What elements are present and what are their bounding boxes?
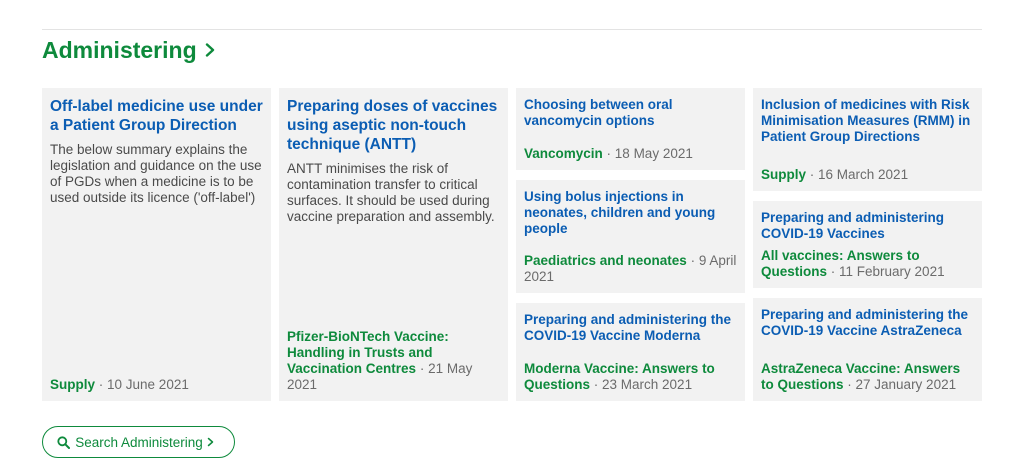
- article-card: Using bolus injections in neonates, chil…: [516, 180, 745, 293]
- article-meta: Supply · 16 March 2021: [761, 167, 974, 183]
- article-date: 10 June 2021: [107, 377, 189, 392]
- meta-separator: ·: [590, 377, 603, 392]
- article-title-link[interactable]: Choosing between oral vancomycin options: [524, 97, 737, 129]
- article-tag-link[interactable]: Supply: [50, 377, 95, 392]
- section-title: Administering: [42, 36, 197, 63]
- article-description: ANTT minimises the risk of contamination…: [287, 161, 495, 224]
- article-card: Choosing between oral vancomycin options…: [516, 88, 745, 170]
- meta-separator: ·: [686, 253, 699, 268]
- search-icon: [57, 435, 71, 449]
- article-title-link[interactable]: Preparing doses of vaccines using asepti…: [287, 97, 500, 154]
- article-date: 23 March 2021: [602, 377, 693, 392]
- section-heading-link[interactable]: Administering: [42, 34, 217, 66]
- article-tag-link[interactable]: Paediatrics and neonates: [524, 253, 687, 268]
- article-date: 18 May 2021: [614, 146, 693, 161]
- search-administering-button[interactable]: Search Administering: [42, 426, 235, 458]
- search-button-label: Search Administering: [75, 434, 203, 450]
- article-card: Preparing doses of vaccines using asepti…: [279, 88, 508, 401]
- article-meta: Vancomycin · 18 May 2021: [524, 146, 737, 162]
- article-date: 16 March 2021: [818, 167, 909, 182]
- chevron-right-icon: [207, 437, 214, 447]
- article-card: Preparing and administering the COVID-19…: [753, 298, 982, 401]
- meta-separator: ·: [843, 377, 856, 392]
- meta-separator: ·: [827, 264, 840, 279]
- article-meta: Moderna Vaccine: Answers to Questions · …: [524, 361, 737, 393]
- article-card: Preparing and administering the COVID-19…: [516, 303, 745, 401]
- article-date: 11 February 2021: [839, 264, 945, 279]
- article-title-link[interactable]: Preparing and administering COVID-19 Vac…: [761, 210, 974, 242]
- article-meta: AstraZeneca Vaccine: Answers to Question…: [761, 361, 974, 393]
- meta-separator: ·: [806, 167, 819, 182]
- article-tag-link[interactable]: Vancomycin: [524, 146, 603, 161]
- meta-separator: ·: [416, 361, 429, 376]
- article-date: 27 January 2021: [855, 377, 957, 392]
- article-tag-link[interactable]: Supply: [761, 167, 806, 182]
- meta-separator: ·: [602, 146, 615, 161]
- article-meta: All vaccines: Answers to Questions · 11 …: [761, 248, 974, 280]
- article-card: Off-label medicine use under a Patient G…: [42, 88, 271, 401]
- article-meta: Pfizer-BioNTech Vaccine: Handling in Tru…: [287, 329, 500, 393]
- article-title-link[interactable]: Inclusion of medicines with Risk Minimis…: [761, 97, 974, 145]
- article-title-link[interactable]: Using bolus injections in neonates, chil…: [524, 189, 737, 237]
- article-card: Preparing and administering COVID-19 Vac…: [753, 201, 982, 288]
- article-description: The below summary explains the legislati…: [50, 142, 262, 205]
- article-title-link[interactable]: Preparing and administering the COVID-19…: [761, 307, 974, 339]
- meta-separator: ·: [95, 377, 108, 392]
- article-meta: Paediatrics and neonates · 9 April 2021: [524, 253, 737, 285]
- article-meta: Supply · 10 June 2021: [50, 377, 263, 393]
- article-title-link[interactable]: Off-label medicine use under a Patient G…: [50, 97, 263, 135]
- article-card: Inclusion of medicines with Risk Minimis…: [753, 88, 982, 191]
- chevron-right-icon: [205, 43, 214, 57]
- section-divider: [42, 29, 982, 30]
- article-title-link[interactable]: Preparing and administering the COVID-19…: [524, 312, 737, 344]
